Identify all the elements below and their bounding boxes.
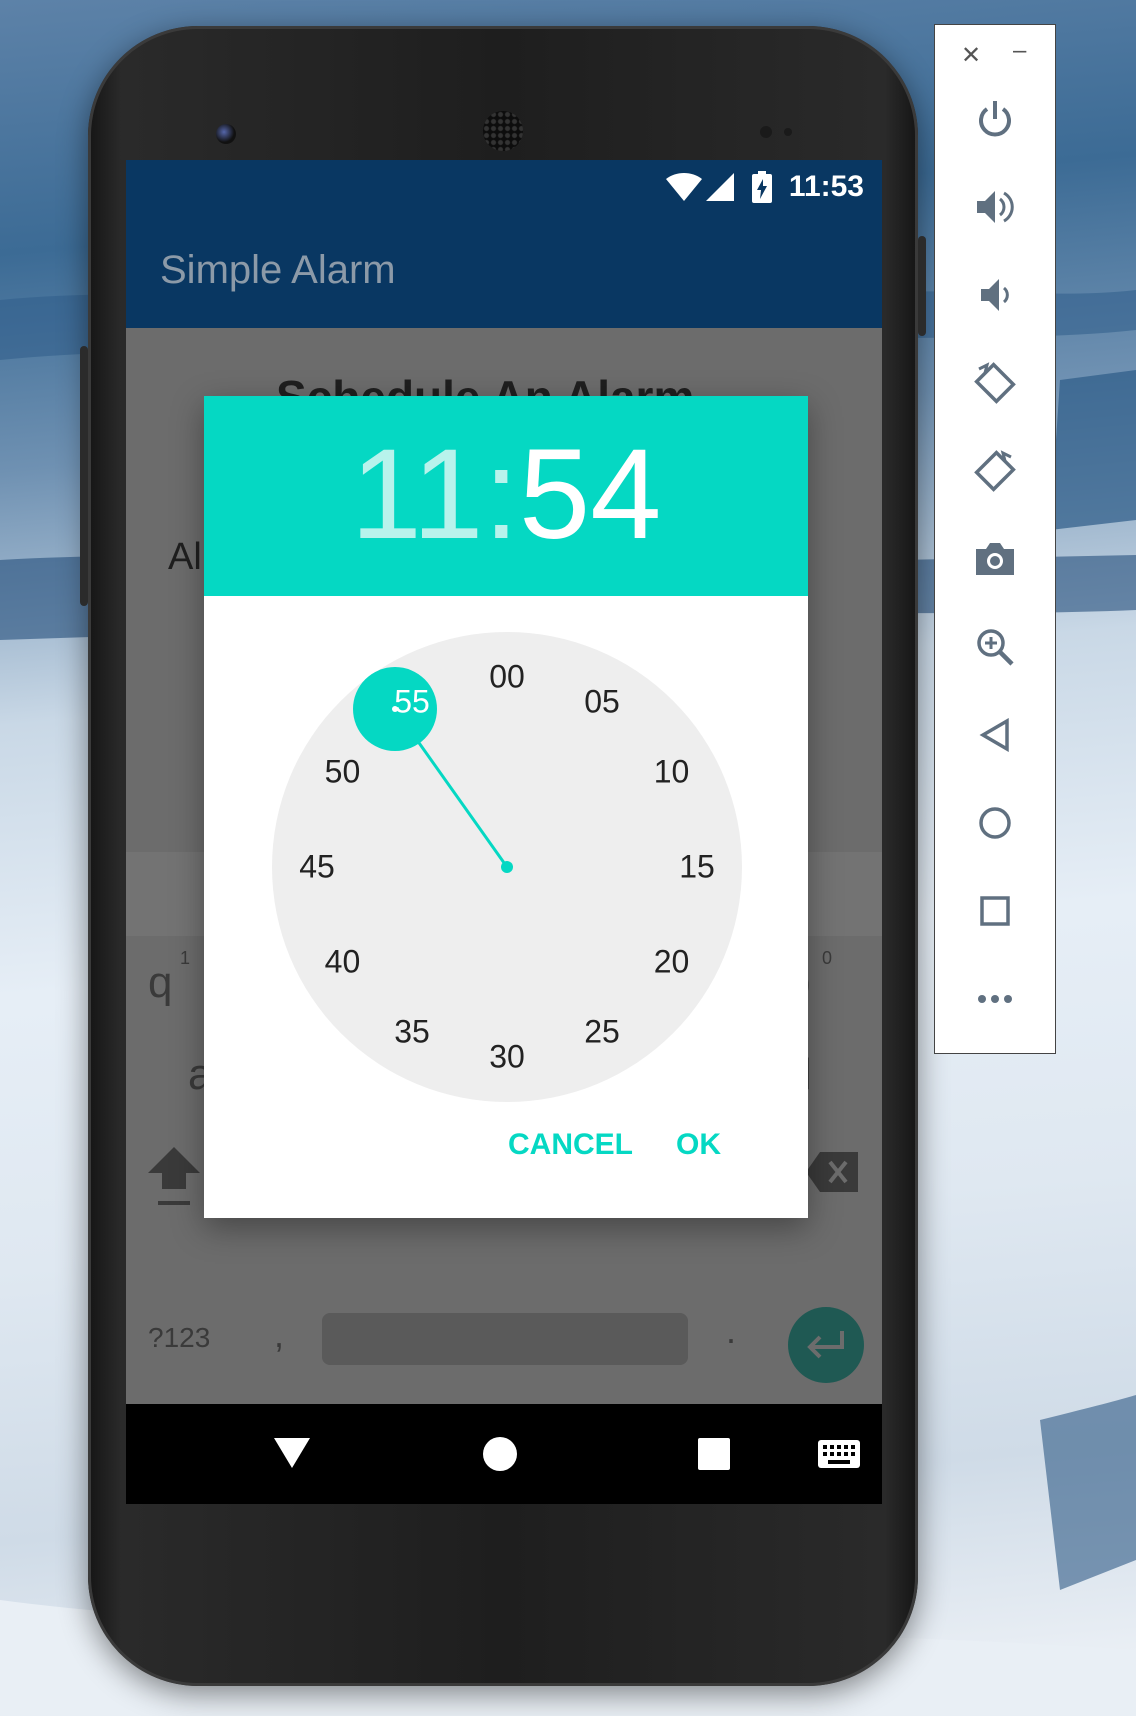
minute-clock-face[interactable]: 00 05 10 15 20 25 30 35 40 45 50 55 — [272, 632, 742, 1102]
minute-display[interactable]: 54 — [519, 423, 661, 566]
wifi-icon — [666, 173, 702, 201]
side-button — [80, 346, 88, 606]
clock-label-35[interactable]: 35 — [394, 1013, 430, 1050]
clock-label-00[interactable]: 00 — [489, 659, 525, 696]
front-camera — [216, 124, 236, 144]
key-q[interactable]: q — [148, 958, 172, 1008]
clock-label-30[interactable]: 30 — [489, 1039, 525, 1076]
close-icon[interactable]: ✕ — [961, 41, 981, 70]
status-bar: 11:53 — [126, 160, 882, 214]
hour-display[interactable]: 11 — [351, 423, 484, 566]
clock-hand-layer — [353, 667, 513, 873]
clock-label-50[interactable]: 50 — [325, 754, 361, 791]
zoom-icon[interactable] — [935, 617, 1055, 677]
sensor — [784, 128, 792, 136]
alarm-label: Al — [168, 536, 202, 578]
clock-label-20[interactable]: 20 — [654, 944, 690, 981]
comma-key[interactable]: , — [274, 1314, 284, 1356]
sensor — [760, 126, 772, 138]
camera-icon[interactable] — [935, 529, 1055, 589]
clock-label-55[interactable]: 55 — [394, 684, 430, 721]
key-hint: 0 — [822, 948, 833, 968]
back-icon[interactable] — [274, 1438, 310, 1468]
enter-icon — [807, 1331, 844, 1359]
period-key[interactable]: . — [726, 1310, 736, 1352]
clock-label-15[interactable]: 15 — [679, 849, 715, 886]
volume-up-icon[interactable] — [935, 177, 1055, 237]
recents-icon[interactable] — [698, 1438, 730, 1470]
home-icon[interactable] — [935, 793, 1055, 853]
back-icon[interactable] — [935, 705, 1055, 765]
backspace-icon[interactable] — [806, 1152, 858, 1192]
key-hint: 1 — [180, 948, 191, 968]
shift-icon[interactable] — [148, 1147, 200, 1207]
home-icon[interactable] — [482, 1436, 518, 1472]
battery-charging-icon — [752, 171, 772, 203]
power-icon[interactable] — [935, 89, 1055, 149]
minimize-icon[interactable]: – — [1013, 37, 1026, 65]
enter-key[interactable] — [788, 1307, 864, 1383]
status-time: 11:53 — [788, 170, 864, 203]
symbols-key[interactable]: ?123 — [148, 1322, 210, 1354]
overview-icon[interactable] — [935, 881, 1055, 941]
time-separator: : — [483, 423, 520, 566]
time-picker-header: 11:54 — [204, 396, 808, 596]
clock-label-05[interactable]: 05 — [584, 684, 620, 721]
speaker-grille — [483, 111, 523, 151]
volume-down-icon[interactable] — [935, 265, 1055, 325]
navigation-bar — [126, 1404, 882, 1504]
rotate-left-icon[interactable] — [935, 353, 1055, 413]
ok-button[interactable]: OK — [676, 1128, 721, 1162]
clock-label-40[interactable]: 40 — [325, 944, 361, 981]
emulator-toolbar: ✕ – — [934, 24, 1056, 1054]
cancel-button[interactable]: CANCEL — [508, 1128, 633, 1162]
clock-label-25[interactable]: 25 — [584, 1013, 620, 1050]
clock-label-45[interactable]: 45 — [299, 849, 335, 886]
side-button — [918, 236, 926, 336]
time-picker-dialog: 11:54 00 05 10 15 20 25 30 35 40 45 50 55 CANCEL OK — [204, 396, 808, 1218]
app-bar: Simple Alarm — [126, 214, 882, 328]
clock-center-dot — [501, 861, 513, 873]
keyboard-icon[interactable] — [818, 1440, 860, 1468]
clock-label-10[interactable]: 10 — [654, 754, 690, 791]
device-screen: 11:53 Simple Alarm Schedule An Alarm Al … — [126, 160, 882, 1504]
app-title: Simple Alarm — [160, 248, 396, 292]
rotate-right-icon[interactable] — [935, 441, 1055, 501]
space-key[interactable] — [322, 1313, 688, 1365]
time-display: 11:54 — [204, 430, 808, 560]
more-icon[interactable] — [935, 969, 1055, 1029]
signal-icon — [706, 173, 734, 201]
